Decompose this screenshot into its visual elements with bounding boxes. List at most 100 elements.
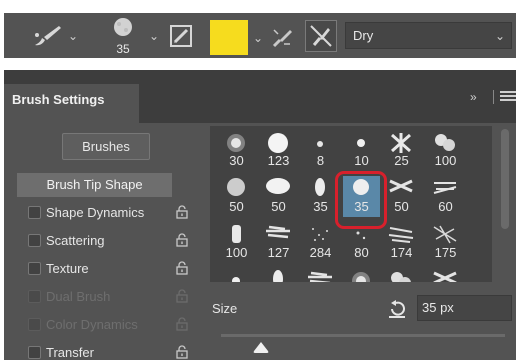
checkbox [28,318,41,331]
brush-settings-toggle-icon[interactable] [170,25,192,47]
chevron-down-icon[interactable]: ⌄ [68,30,78,42]
brush-tip-thumbnail [232,277,240,282]
brush-preset-item[interactable]: 10 [343,130,380,171]
brush-preset-size: 50 [229,199,244,214]
brush-tip-thumbnail [389,179,413,193]
option-dual-brush: Dual Brush [17,285,195,309]
brush-tip-thumbnail [433,271,457,282]
brush-tip-thumbnail [266,225,290,239]
brush-tip-thumbnail [268,133,288,153]
brush-tip-thumbnail [388,227,414,243]
size-slider-thumb[interactable] [253,342,269,354]
brush-tip-shape-item[interactable]: Brush Tip Shape [17,173,172,197]
grid-scrollbar[interactable] [501,129,509,229]
brush-preset-item[interactable]: 50 [218,176,255,217]
brush-preset-item[interactable] [343,268,380,282]
chevron-down-icon[interactable]: ⌄ [149,30,159,42]
brush-preset-size: 50 [271,199,286,214]
brush-size-readout: 35 [116,42,130,56]
brush-preset-item[interactable]: 8 [302,130,339,171]
brush-preset-item[interactable] [427,268,464,282]
brush-tip-main: 30 123 8 10 25 100 50 50 35 35 50 60 100 127 284 80 174 1… [199,123,516,360]
mixer-preset-select[interactable]: Dry ⌄ [345,22,512,49]
brush-preset-item[interactable]: 35 [302,176,339,217]
checkbox[interactable] [28,234,41,247]
option-scattering[interactable]: Scattering [17,229,195,253]
brush-tip-thumbnail [317,141,323,147]
brush-preset-size: 80 [354,245,369,260]
brush-options-sidebar: Brushes Brush Tip Shape Shape Dynamics S… [4,123,199,360]
lock-icon[interactable] [176,345,188,359]
brushes-button[interactable]: Brushes [62,133,150,160]
brush-preset-item[interactable]: 100 [427,130,464,171]
brush-preset-size: 123 [267,153,290,168]
brush-tip-thumbnail [391,272,411,282]
lock-icon[interactable] [176,233,188,247]
brush-preset-item[interactable]: 50 [383,176,420,217]
brush-preset-item[interactable]: 127 [260,222,297,263]
divider [493,90,494,104]
size-label: Size [212,301,238,316]
brush-preset-item[interactable] [260,268,297,282]
brush-preset-item[interactable]: 50 [260,176,297,217]
brush-tip-thumbnail [391,133,411,153]
brush-tip-thumbnail [435,134,455,151]
brush-tip-thumbnail [308,271,332,282]
brush-preset-item[interactable] [383,268,420,282]
brush-preset-size: 30 [229,153,244,168]
brush-tip-thumbnail [433,182,457,194]
lock-icon [176,317,188,331]
brush-preset-item[interactable]: 175 [427,222,464,263]
checkbox[interactable] [28,262,41,275]
lock-icon[interactable] [176,205,188,219]
brush-preset-item[interactable] [218,268,255,282]
panel-menu-icon[interactable] [500,91,516,103]
checkbox[interactable] [28,346,41,359]
reset-size-icon[interactable] [387,299,407,319]
checkbox [28,290,41,303]
brush-preset-picker[interactable]: 35 [108,16,138,56]
brush-preset-item[interactable]: 284 [302,222,339,263]
brush-preset-item[interactable]: 30 [218,130,255,171]
size-input[interactable]: 35 px [417,295,512,321]
brush-preset-item[interactable]: 60 [427,176,464,217]
current-color-swatch[interactable] [210,20,248,55]
option-label: Shape Dynamics [46,205,145,220]
clean-brush-icon[interactable] [305,20,337,52]
brush-tip-thumbnail [357,139,365,147]
brush-preset-size: 8 [316,153,325,168]
collapse-panel-icon[interactable]: » [470,90,477,104]
load-brush-icon[interactable] [270,24,296,50]
brush-preset-item[interactable]: 25 [383,130,420,171]
brush-tool-icon[interactable] [31,23,65,49]
brush-tip-thumbnail [232,225,241,243]
brush-preset-item[interactable]: 123 [260,130,297,171]
brush-preset-item[interactable]: 174 [383,222,420,263]
brush-preset-size: 175 [434,245,457,260]
brush-settings-panel: Brush Settings » Brushes Brush Tip Shape… [4,70,516,360]
size-slider-track[interactable] [221,334,505,337]
brush-preset-size: 35 [313,199,328,214]
lock-icon[interactable] [176,261,188,275]
tab-label: Brush Settings [12,92,105,107]
chevron-down-icon[interactable]: ⌄ [253,32,263,44]
option-texture[interactable]: Texture [17,257,195,281]
option-label: Dual Brush [46,289,111,304]
options-bar: ⌄ 35 ⌄ ⌄ Dry ⌄ [4,13,516,58]
brush-preset-size: 100 [434,153,457,168]
option-label: Scattering [46,233,105,248]
brush-preset-item[interactable] [302,268,339,282]
brush-preset-size: 284 [309,245,332,260]
selection-highlight [335,171,387,229]
brush-tip-thumbnail [352,272,370,282]
brush-preset-item[interactable]: 100 [218,222,255,263]
option-shape-dynamics[interactable]: Shape Dynamics [17,201,195,225]
brush-tip-thumbnail [273,270,283,282]
chevron-down-icon: ⌄ [494,29,505,43]
option-label: Texture [46,261,89,276]
brush-preset-size: 50 [394,199,409,214]
option-transfer[interactable]: Transfer [17,341,195,360]
brush-preset-size: 60 [438,199,453,214]
tab-brush-settings[interactable]: Brush Settings [4,84,139,123]
checkbox[interactable] [28,206,41,219]
